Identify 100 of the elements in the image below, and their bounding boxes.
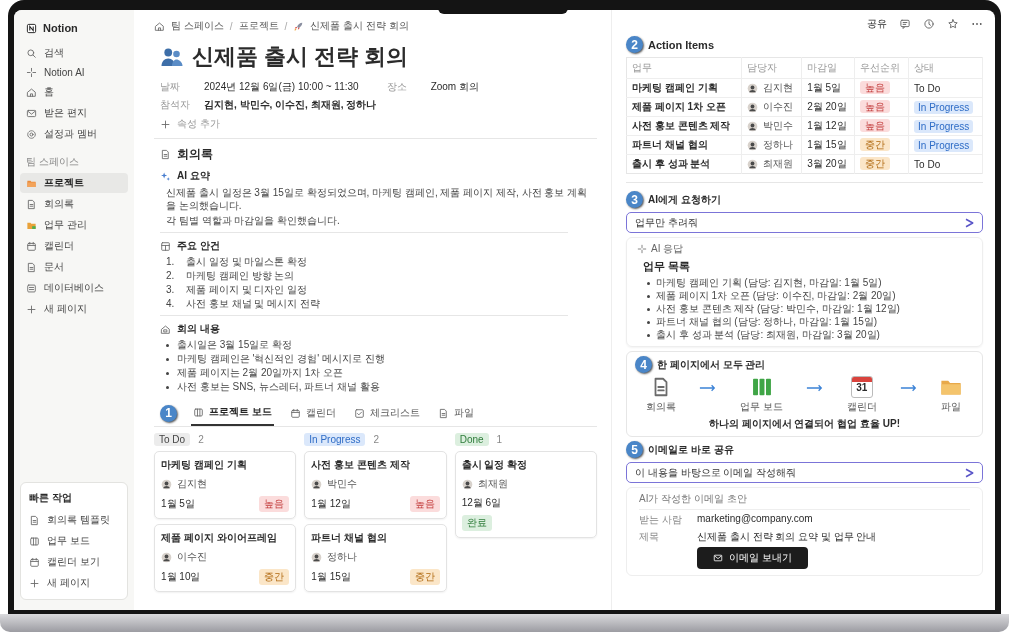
card-title: 한 페이지에서 모두 관리 bbox=[657, 357, 766, 372]
card-title: 마케팅 캠페인 기획 bbox=[161, 458, 248, 472]
priority-tag: 완료 bbox=[461, 515, 492, 531]
comment-icon[interactable] bbox=[899, 18, 911, 30]
sidebar-item[interactable]: 업무 관리 bbox=[20, 215, 128, 235]
response-item: 사전 홍보 콘텐츠 제작 (담당: 박민수, 마감일: 1월 12일) bbox=[656, 303, 900, 315]
agenda-item: 제품 페이지 및 디자인 일정 bbox=[186, 284, 308, 296]
breadcrumb-link[interactable]: 신제품 출시 전략 회의 bbox=[310, 19, 409, 33]
column-label: In Progress bbox=[304, 433, 366, 446]
field-label: 받는 사람 bbox=[639, 513, 683, 527]
response-title: 업무 목록 bbox=[642, 259, 692, 274]
task-card[interactable]: 파트너 채널 협의 정하나 1월 15일 중간 bbox=[304, 524, 447, 592]
avatar bbox=[747, 120, 759, 132]
sidebar-item[interactable]: 홈 bbox=[20, 82, 128, 102]
assignee-name: 정하나 bbox=[327, 550, 358, 564]
sidebar-item[interactable]: Notion AI bbox=[20, 64, 128, 81]
send-email-button[interactable]: 이메일 보내기 bbox=[697, 547, 808, 569]
breadcrumb-link[interactable]: 프로젝트 bbox=[238, 19, 279, 33]
bullet-icon bbox=[166, 385, 169, 389]
arrow-icon bbox=[899, 384, 918, 392]
priority-tag: 높음 bbox=[409, 496, 440, 512]
note-item: 사전 홍보는 SNS, 뉴스레터, 파트너 채널 활용 bbox=[177, 381, 380, 393]
agenda-item: 마케팅 캠페인 방향 논의 bbox=[186, 270, 295, 282]
view-tab[interactable]: 파일 bbox=[435, 401, 476, 425]
sidebar-item[interactable]: 검색 bbox=[20, 43, 128, 63]
sidebar-item[interactable]: 새 페이지 bbox=[20, 299, 128, 319]
document-icon bbox=[160, 149, 171, 160]
list-number: 4. bbox=[166, 298, 176, 310]
card-title: 사전 홍보 콘텐츠 제작 bbox=[311, 458, 411, 472]
table-cell: 제품 페이지 1차 오픈 bbox=[626, 97, 742, 117]
agenda-item: 사전 홍보 채널 및 메시지 전략 bbox=[186, 298, 320, 310]
sidebar-item[interactable]: 데이터베이스 bbox=[20, 278, 128, 298]
rocket-icon bbox=[293, 20, 305, 32]
inbox-icon bbox=[26, 107, 37, 119]
prompt-field[interactable]: 업무만 추려줘 bbox=[626, 212, 983, 233]
table-cell: 출시 후 성과 분석 bbox=[626, 154, 742, 174]
sidebar-item[interactable]: 설정과 멤버 bbox=[20, 124, 128, 144]
board-icon bbox=[29, 535, 40, 547]
step-label: 회의록 bbox=[646, 400, 677, 414]
star-icon[interactable] bbox=[947, 18, 959, 30]
field-value: 신제품 출시 전략 회의 요약 및 업무 안내 bbox=[697, 530, 877, 544]
avatar bbox=[747, 158, 759, 170]
calendar-icon bbox=[289, 407, 301, 419]
assignee-name: 이수진 bbox=[177, 550, 207, 564]
property-value: Zoom 회의 bbox=[430, 80, 479, 94]
note-item: 제품 페이지는 2월 20일까지 1차 오픈 bbox=[177, 367, 344, 379]
priority-tag: 높음 bbox=[860, 119, 891, 132]
property-label: 참석자 bbox=[160, 98, 191, 112]
note-item: 출시일은 3월 15일로 확정 bbox=[177, 339, 293, 351]
number-badge: 5 bbox=[626, 441, 643, 458]
quick-action[interactable]: 업무 보드 bbox=[23, 531, 125, 551]
response-label: AI 응답 bbox=[651, 242, 684, 256]
step-label: 파일 bbox=[941, 400, 962, 414]
summary-text: 신제품 출시 일정은 3월 15일로 확정되었으며, 마케팅 캠페인, 제품 페이지 제작, 사전 홍보 계획을 논의했습니다. bbox=[165, 186, 589, 213]
bullet-icon bbox=[647, 281, 650, 285]
step-label: 캘린더 bbox=[846, 400, 877, 414]
breadcrumb-link[interactable]: 팀 스페이스 bbox=[171, 19, 224, 33]
due-date: 1월 5일 bbox=[161, 497, 195, 511]
view-tab[interactable]: 프로젝트 보드 bbox=[191, 400, 274, 426]
view-tab[interactable]: 캘린더 bbox=[287, 401, 338, 425]
plus-icon bbox=[26, 303, 37, 315]
task-card[interactable]: 제품 페이지 와이어프레임 이수진 1월 10일 중간 bbox=[154, 524, 297, 592]
bullet-icon bbox=[647, 294, 650, 298]
table-cell: 사전 홍보 콘텐츠 제작 bbox=[626, 116, 742, 136]
task-card[interactable]: 마케팅 캠페인 기획 김지현 1월 5일 높음 bbox=[154, 451, 297, 519]
task-card[interactable]: 사전 홍보 콘텐츠 제작 박민수 1월 12일 높음 bbox=[304, 451, 447, 519]
send-icon[interactable] bbox=[963, 216, 975, 229]
priority-tag: 높음 bbox=[259, 496, 290, 512]
sidebar-item[interactable]: 캘린더 bbox=[20, 236, 128, 256]
task-card[interactable]: 출시 일정 확정 최재원 12월 6일 완료 bbox=[454, 451, 597, 538]
sidebar-item[interactable]: 회의록 bbox=[20, 194, 128, 214]
prompt-field[interactable]: 이 내용을 바탕으로 이메일 작성해줘 bbox=[626, 462, 983, 483]
field-value: marketing@company.com bbox=[697, 513, 813, 526]
calendar-icon bbox=[29, 556, 40, 568]
field-label: 제목 bbox=[639, 530, 660, 544]
sidebar-item[interactable]: 문서 bbox=[20, 257, 128, 277]
card-title: 출시 일정 확정 bbox=[461, 458, 529, 472]
quick-action[interactable]: 회의록 템플릿 bbox=[23, 510, 125, 530]
number-badge: 1 bbox=[160, 404, 177, 422]
column-header: 담당자 bbox=[741, 57, 802, 79]
list-number: 1. bbox=[166, 256, 176, 268]
document-icon bbox=[26, 261, 37, 273]
clock-icon[interactable] bbox=[923, 18, 935, 30]
board-icon bbox=[193, 406, 204, 418]
house-icon bbox=[154, 20, 165, 32]
plus-icon bbox=[160, 118, 171, 130]
send-icon[interactable] bbox=[963, 466, 975, 479]
due-date: 1월 10일 bbox=[161, 570, 201, 584]
draft-title: AI가 작성한 이메일 초안 bbox=[639, 492, 970, 510]
avatar bbox=[461, 478, 473, 490]
quick-action[interactable]: 새 페이지 bbox=[23, 573, 125, 593]
share-button[interactable]: 공유 bbox=[867, 17, 887, 31]
priority-tag: 중간 bbox=[860, 157, 891, 170]
quick-action[interactable]: 캘린더 보기 bbox=[23, 552, 125, 572]
summary-text: 각 팀별 역할과 마감일을 확인했습니다. bbox=[165, 214, 341, 228]
avatar bbox=[311, 478, 323, 490]
table-icon bbox=[160, 240, 171, 252]
sidebar-item[interactable]: 프로젝트 bbox=[20, 173, 128, 193]
view-tab[interactable]: 체크리스트 bbox=[351, 401, 422, 425]
sidebar-item[interactable]: 받은 편지 bbox=[20, 103, 128, 123]
